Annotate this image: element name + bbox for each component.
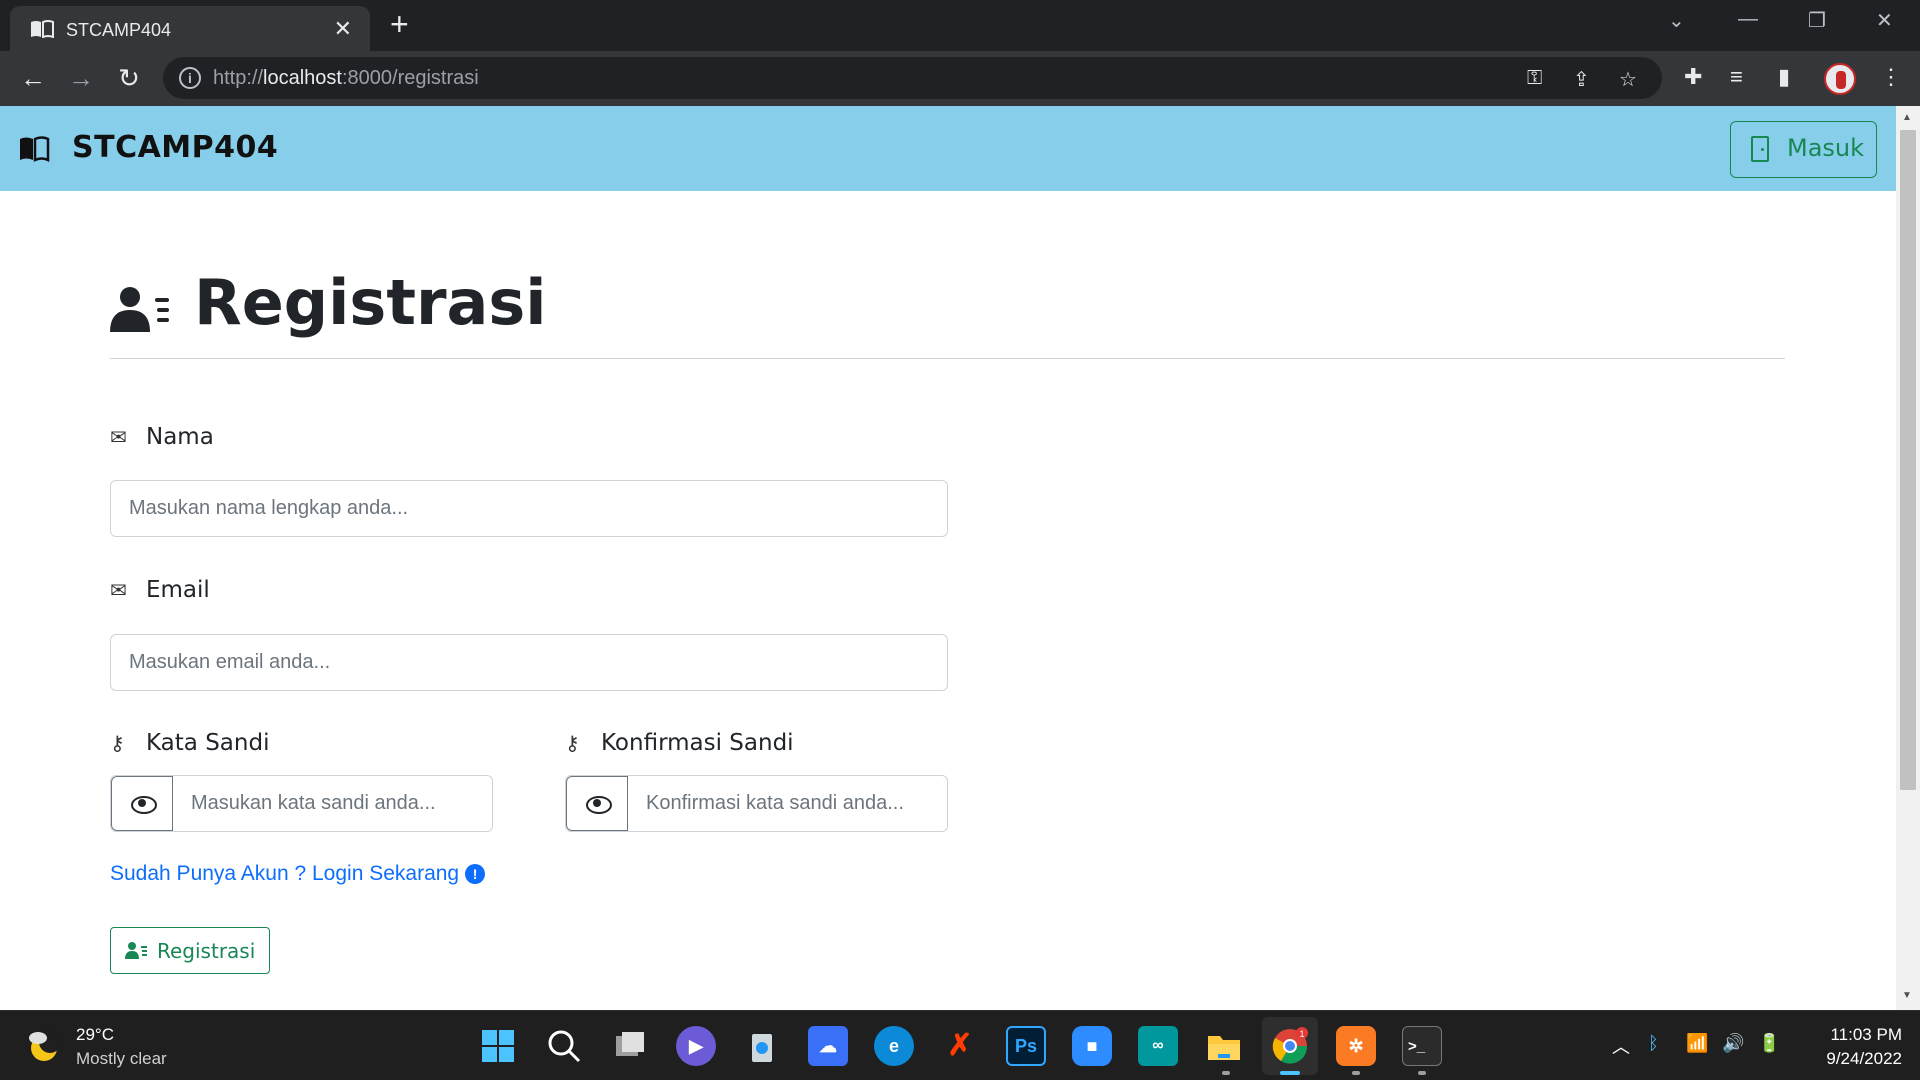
cloud-app-icon[interactable]: ☁ [808, 1026, 848, 1066]
recycle-bin-icon[interactable] [742, 1026, 782, 1066]
browser-tab-strip: STCAMP404 ✕ + ⌄ — ❐ ✕ [0, 0, 1920, 51]
active-indicator [1280, 1071, 1300, 1075]
media-control-icon[interactable]: ≡ [1730, 64, 1743, 90]
confirm-password-label: ⚷ Konfirmasi Sandi [565, 730, 794, 756]
moon-cloud-weather-icon[interactable] [26, 1028, 62, 1064]
envelope-icon: ✉ [110, 425, 127, 449]
user-list-icon [110, 287, 169, 332]
confirm-password-field [565, 775, 948, 832]
search-icon[interactable] [544, 1026, 584, 1066]
arduino-icon[interactable]: ∞ [1138, 1026, 1178, 1066]
new-tab-button[interactable]: + [390, 8, 409, 40]
login-button-label: Masuk [1787, 134, 1865, 162]
site-info-icon[interactable]: i [179, 67, 201, 89]
name-label: ✉ Nama [110, 424, 214, 450]
bluetooth-icon[interactable]: ᛒ [1648, 1033, 1659, 1054]
key-icon: ⚷ [565, 731, 580, 755]
profile-avatar[interactable] [1824, 63, 1856, 95]
divider [110, 358, 1785, 359]
register-button[interactable]: Registrasi [110, 927, 270, 974]
file-explorer-icon[interactable] [1204, 1026, 1244, 1066]
password-input[interactable] [173, 776, 492, 831]
running-indicator [1222, 1071, 1230, 1075]
page-viewport: STCAMP404 Masuk Registrasi ✉Nama ✉Email … [0, 106, 1896, 1010]
toggle-password-visibility-eye-icon[interactable] [111, 776, 173, 831]
volume-icon[interactable]: 🔊 [1722, 1033, 1744, 1054]
reload-icon[interactable]: ↻ [114, 63, 144, 93]
book-icon [31, 20, 54, 38]
url-text: http://localhost:8000/registrasi [213, 67, 479, 89]
weather-description: Mostly clear [76, 1049, 167, 1068]
battery-icon[interactable]: 🔋 [1758, 1033, 1780, 1054]
scroll-down-arrow-icon[interactable]: ▼ [1902, 990, 1912, 1001]
terminal-icon[interactable]: >_ [1402, 1026, 1442, 1066]
name-input[interactable] [110, 480, 948, 537]
browser-tab[interactable]: STCAMP404 ✕ [10, 6, 370, 51]
teams-chat-icon[interactable]: ▶ [676, 1026, 716, 1066]
register-button-label: Registrasi [157, 939, 256, 963]
xampp-x-icon[interactable]: ✗ [940, 1026, 980, 1066]
side-panel-icon[interactable]: ▮ [1778, 64, 1790, 90]
chrome-notification-badge: 1 [1299, 1029, 1304, 1039]
bookmark-star-icon[interactable]: ☆ [1619, 67, 1637, 92]
restore-icon[interactable]: ❐ [1808, 8, 1826, 33]
site-brand[interactable]: STCAMP404 [72, 130, 278, 165]
confirm-password-input[interactable] [628, 776, 947, 831]
address-bar[interactable]: i http://localhost:8000/registrasi ⚿ ⇪ ☆ [163, 57, 1662, 99]
photoshop-icon[interactable]: Ps [1006, 1026, 1046, 1066]
email-input[interactable] [110, 634, 948, 691]
running-indicator [1418, 1071, 1426, 1075]
site-navbar: STCAMP404 Masuk [0, 106, 1896, 191]
back-icon[interactable]: ← [18, 63, 48, 93]
weather-temperature: 29°C [76, 1025, 114, 1044]
zoom-icon[interactable]: ■ [1072, 1026, 1112, 1066]
password-key-icon[interactable]: ⚿ [1527, 67, 1542, 90]
key-icon: ⚷ [110, 731, 125, 755]
door-icon [1751, 136, 1769, 162]
user-list-icon [125, 942, 147, 959]
tab-close-icon[interactable]: ✕ [334, 16, 352, 42]
browser-toolbar: ← → ↻ i http://localhost:8000/registrasi… [0, 51, 1920, 106]
login-button[interactable]: Masuk [1730, 121, 1877, 178]
xampp-icon[interactable]: ✲ [1336, 1026, 1376, 1066]
email-label: ✉ Email [110, 577, 210, 603]
chrome-icon[interactable]: 1 [1270, 1026, 1310, 1066]
windows-start-icon[interactable] [478, 1026, 518, 1066]
toggle-confirm-visibility-eye-icon[interactable] [566, 776, 628, 831]
share-icon[interactable]: ⇪ [1573, 67, 1590, 92]
wifi-icon[interactable]: 📶 [1686, 1033, 1708, 1054]
password-field [110, 775, 493, 832]
book-icon [20, 136, 50, 162]
menu-icon[interactable]: ⋮ [1880, 64, 1902, 90]
minimize-icon[interactable]: — [1738, 8, 1758, 31]
show-hidden-icons-chevron-icon[interactable]: ︿ [1612, 1033, 1630, 1059]
windows-taskbar: 29°C Mostly clear ▶ ☁ e ✗ Ps ■ ∞ 1 ✲ >_ … [0, 1010, 1920, 1080]
tab-search-icon[interactable]: ⌄ [1668, 8, 1685, 33]
page-scrollbar[interactable]: ▲ ▼ [1896, 106, 1920, 1010]
tab-title: STCAMP404 [66, 20, 172, 40]
edge-icon[interactable]: e [874, 1026, 914, 1066]
exclamation-badge-icon: ! [465, 864, 486, 884]
clock-time[interactable]: 11:03 PM [1822, 1025, 1902, 1045]
clock-date[interactable]: 9/24/2022 [1792, 1049, 1902, 1069]
login-now-link[interactable]: Sudah Punya Akun ? Login Sekarang! [110, 862, 486, 886]
scroll-up-arrow-icon[interactable]: ▲ [1902, 112, 1912, 123]
password-label: ⚷ Kata Sandi [110, 730, 270, 756]
extensions-icon[interactable]: ✚ [1684, 64, 1702, 90]
task-view-icon[interactable] [610, 1026, 650, 1066]
forward-icon[interactable]: → [66, 63, 96, 93]
scroll-thumb[interactable] [1900, 130, 1916, 790]
running-indicator [1352, 1071, 1360, 1075]
close-window-icon[interactable]: ✕ [1876, 8, 1893, 33]
page-title: Registrasi [194, 266, 547, 339]
envelope-icon: ✉ [110, 578, 127, 602]
